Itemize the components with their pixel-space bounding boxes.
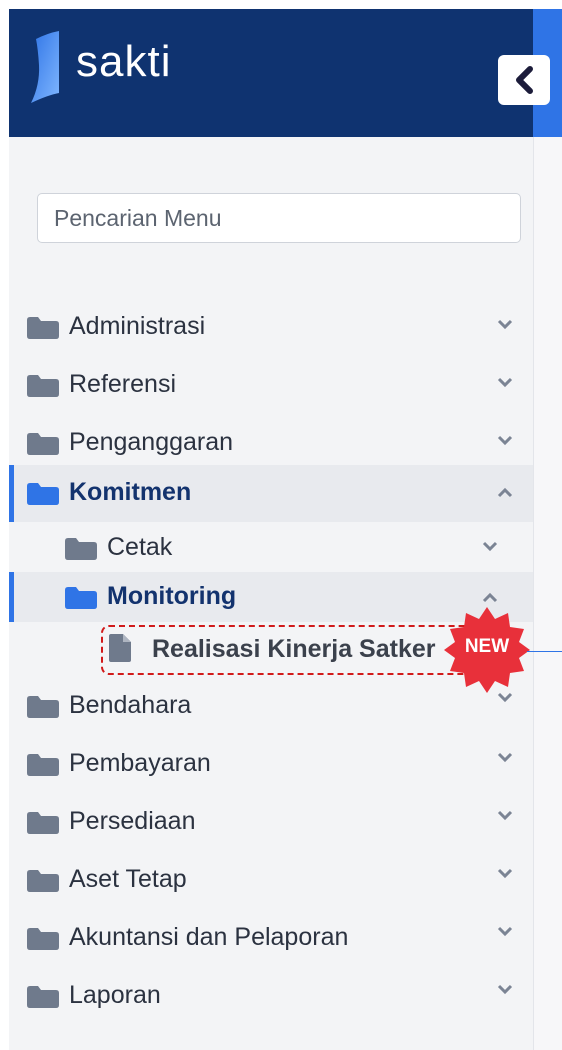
sidebar-item-komitmen[interactable]: Komitmen — [9, 465, 533, 522]
active-indicator — [9, 572, 14, 622]
folder-icon — [27, 696, 59, 718]
folder-icon — [27, 433, 59, 455]
chevron-up-icon — [482, 592, 498, 603]
folder-icon — [27, 375, 59, 397]
folder-icon — [27, 986, 59, 1008]
sidebar-item-label: Referensi — [69, 370, 176, 398]
sidebar-item-label: Akuntansi dan Pelaporan — [69, 923, 349, 951]
sidebar-item-laporan[interactable]: Laporan — [9, 969, 533, 1023]
search-menu-input[interactable] — [37, 193, 521, 243]
main-content-area — [533, 137, 562, 1050]
app-header: sakti — [9, 9, 533, 137]
folder-icon — [27, 754, 59, 776]
sidebar-item-penganggaran[interactable]: Penganggaran — [9, 416, 533, 470]
folder-open-icon — [27, 483, 59, 505]
chevron-left-icon — [516, 66, 533, 94]
sidebar-item-referensi[interactable]: Referensi — [9, 358, 533, 412]
chevron-down-icon — [497, 319, 513, 330]
sidebar-item-label: Komitmen — [69, 478, 192, 506]
chevron-down-icon — [497, 868, 513, 879]
highlight-box — [101, 625, 496, 675]
sidebar-item-administrasi[interactable]: Administrasi — [9, 300, 533, 354]
sidebar-item-label: Laporan — [69, 981, 161, 1009]
sidebar-item-label: Administrasi — [69, 312, 206, 340]
folder-icon — [27, 928, 59, 950]
sidebar-item-label: Monitoring — [107, 582, 237, 610]
sidebar: Administrasi Referensi Penganggaran Komi… — [9, 137, 562, 1050]
sidebar-item-label: Bendahara — [69, 691, 192, 719]
folder-icon — [27, 317, 59, 339]
active-indicator — [9, 465, 14, 522]
sidebar-item-label: Pembayaran — [69, 749, 211, 777]
sidebar-item-pembayaran[interactable]: Pembayaran — [9, 737, 533, 791]
chevron-down-icon — [497, 926, 513, 937]
sidebar-item-persediaan[interactable]: Persediaan — [9, 795, 533, 849]
collapse-sidebar-button[interactable] — [498, 55, 550, 105]
folder-open-icon — [65, 587, 97, 609]
chevron-down-icon — [497, 810, 513, 821]
sidebar-item-label: Persediaan — [69, 807, 196, 835]
app-title: sakti — [76, 37, 172, 86]
folder-icon — [27, 870, 59, 892]
chevron-down-icon — [497, 752, 513, 763]
chevron-down-icon — [482, 541, 498, 552]
pointer-line — [527, 651, 562, 652]
sidebar-item-akuntansi-dan-pelaporan[interactable]: Akuntansi dan Pelaporan — [9, 911, 533, 965]
chevron-down-icon — [497, 435, 513, 446]
app-frame: sakti Administrasi Referensi Penganggara… — [9, 9, 562, 1050]
sidebar-item-label: Cetak — [107, 533, 173, 561]
chevron-up-icon — [497, 487, 513, 498]
folder-icon — [65, 538, 97, 560]
sidebar-item-label: Penganggaran — [69, 428, 234, 456]
sidebar-item-label: Aset Tetap — [69, 865, 187, 893]
sakti-logo-icon — [31, 31, 59, 103]
chevron-down-icon — [497, 984, 513, 995]
folder-icon — [27, 812, 59, 834]
sidebar-item-aset-tetap[interactable]: Aset Tetap — [9, 853, 533, 907]
new-badge: NEW — [464, 636, 510, 657]
chevron-down-icon — [497, 377, 513, 388]
sidebar-item-cetak[interactable]: Cetak — [9, 522, 533, 572]
